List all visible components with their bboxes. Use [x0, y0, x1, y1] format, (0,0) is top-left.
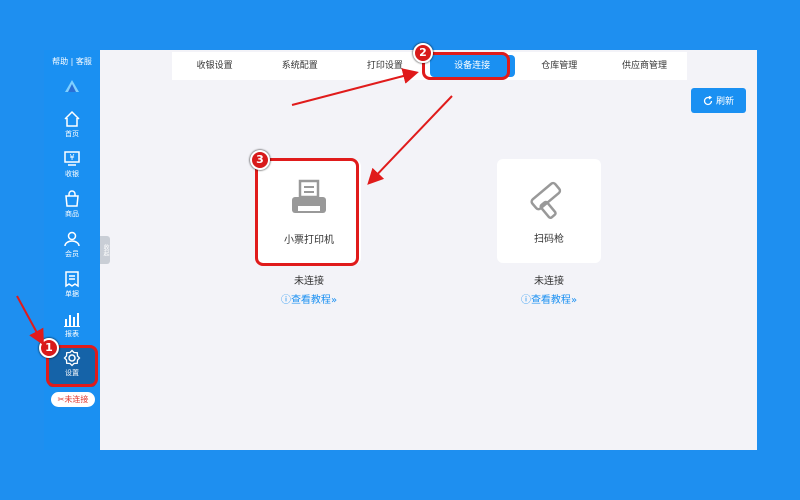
annotation-arrows [16, 68, 453, 346]
arrow-to-device-tab [291, 68, 419, 106]
arrow-to-printer [367, 95, 453, 185]
arrow-to-settings [16, 295, 44, 346]
